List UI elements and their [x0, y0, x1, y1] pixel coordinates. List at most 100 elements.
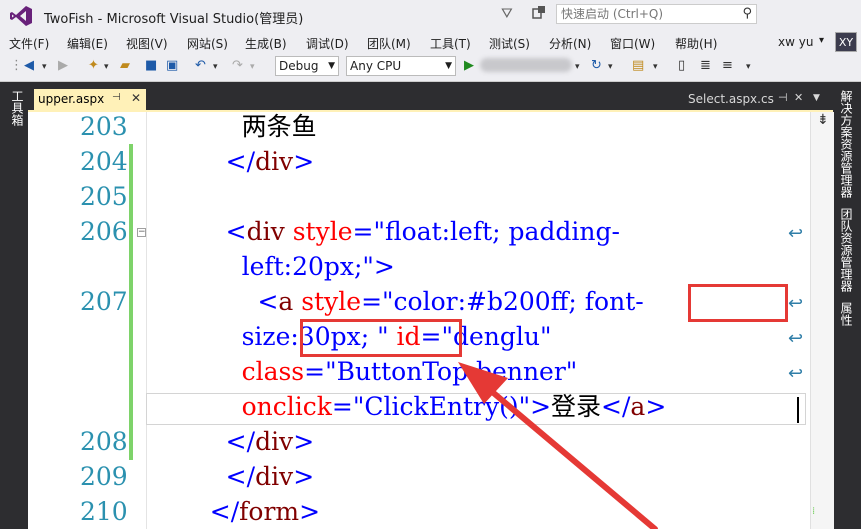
code-token: onclick [178, 392, 332, 421]
new-project-icon[interactable]: ✦ [88, 58, 99, 73]
pin-icon[interactable]: ⊣ [112, 92, 121, 103]
word-wrap-icon: ↩ [788, 293, 804, 314]
code-token: a [278, 287, 294, 316]
solution-explorer-tab[interactable]: 解决方案资源管理器 [838, 90, 855, 198]
configuration-value: Debug [279, 59, 319, 73]
line-number: 207 [80, 287, 128, 316]
browser-link-dropdown-icon[interactable]: ▾ [653, 62, 658, 72]
code-token: div [255, 427, 294, 456]
platform-select[interactable]: Any CPU ▼ [346, 56, 456, 76]
redo-dropdown-icon[interactable]: ▾ [250, 62, 255, 72]
menu-build[interactable]: 生成(B) [245, 35, 287, 52]
collapse-icon[interactable]: − [137, 228, 146, 237]
quick-launch-input[interactable] [557, 5, 745, 23]
menu-view[interactable]: 视图(V) [126, 35, 168, 52]
format-document-icon[interactable]: ▯ [678, 58, 685, 73]
scroll-marker-icon: ⁞ [812, 506, 816, 517]
code-line: </form> [178, 494, 320, 529]
back-dropdown-icon[interactable]: ▾ [42, 62, 47, 72]
team-explorer-tab[interactable]: 团队资源管理器 [838, 208, 855, 292]
new-project-dropdown-icon[interactable]: ▾ [104, 62, 109, 72]
menu-test[interactable]: 测试(S) [489, 35, 530, 52]
debug-target-dropdown-icon[interactable]: ▾ [575, 62, 580, 72]
comment-icon[interactable]: ≣ [700, 58, 711, 73]
properties-tab[interactable]: 属性 [838, 302, 855, 326]
gutter-separator [146, 112, 147, 529]
open-file-icon[interactable]: ▰ [120, 58, 130, 73]
change-indicator-bar [129, 144, 133, 460]
uncomment-icon[interactable]: ≡ [722, 58, 733, 73]
pin-icon[interactable]: ⊣ [778, 91, 788, 104]
browser-link-icon[interactable]: ▤ [632, 58, 644, 73]
tab-label: upper.aspx [38, 92, 105, 106]
search-icon[interactable]: ⚲ [742, 6, 752, 21]
toolbar-grip-icon[interactable]: ⋮ [10, 58, 23, 73]
code-token: > [293, 462, 315, 491]
menu-window[interactable]: 窗口(W) [610, 35, 655, 52]
code-token: > [299, 497, 321, 526]
code-line: <a style="color:#b200ff; font- [178, 284, 643, 319]
save-icon[interactable]: ■ [145, 58, 157, 73]
menu-edit[interactable]: 编辑(E) [67, 35, 108, 52]
code-line: onclick="ClickEntry()">登录</a> [178, 389, 667, 424]
code-token: form [239, 497, 300, 526]
split-window-icon[interactable]: ⇟ [817, 112, 829, 128]
save-all-icon[interactable]: ▣ [166, 58, 178, 73]
chevron-down-icon: ▼ [445, 61, 452, 71]
code-line: <div style="float:left; padding- [178, 214, 620, 249]
refresh-icon[interactable]: ↻ [591, 58, 602, 73]
code-token: 两条鱼 [178, 112, 317, 141]
menu-debug[interactable]: 调试(D) [306, 35, 349, 52]
filter-icon[interactable]: ⛛ [501, 6, 513, 22]
left-tool-strip [0, 82, 28, 529]
code-token: </ [178, 427, 256, 456]
menu-file[interactable]: 文件(F) [9, 35, 49, 52]
code-line: </div> [178, 144, 314, 179]
code-line: 两条鱼 [178, 109, 317, 144]
menu-analyze[interactable]: 分析(N) [549, 35, 591, 52]
line-number: 205 [80, 182, 128, 211]
code-token: ="float:left; padding- [352, 217, 620, 246]
user-name[interactable]: xw yu [778, 35, 813, 49]
configuration-select[interactable]: Debug ▼ [275, 56, 339, 76]
close-icon[interactable]: ✕ [794, 91, 803, 104]
menu-team[interactable]: 团队(M) [367, 35, 411, 52]
word-wrap-icon: ↩ [788, 223, 804, 244]
start-debugging-icon[interactable]: ▶ [464, 58, 474, 73]
back-icon[interactable]: ◀ [24, 58, 34, 73]
text-caret [797, 397, 799, 423]
vertical-scrollbar[interactable] [810, 112, 834, 529]
close-icon[interactable]: ✕ [131, 91, 141, 105]
code-line: </div> [178, 424, 314, 459]
avatar[interactable]: XY [835, 32, 857, 52]
quick-launch[interactable]: ⚲ [556, 4, 757, 24]
refresh-dropdown-icon[interactable]: ▾ [608, 62, 613, 72]
notification-icon[interactable] [531, 5, 547, 21]
undo-dropdown-icon[interactable]: ▾ [213, 62, 218, 72]
menu-website[interactable]: 网站(S) [187, 35, 228, 52]
code-token: > [293, 147, 315, 176]
menu-help[interactable]: 帮助(H) [675, 35, 717, 52]
line-number: 208 [80, 427, 128, 456]
tab-overflow-icon[interactable]: ▼ [813, 93, 820, 103]
chevron-down-icon[interactable]: ▾ [819, 35, 824, 46]
code-token: a [630, 392, 646, 421]
code-editor[interactable]: − 203 204 205 206 207 208 209 210 两条鱼 </… [28, 109, 834, 529]
code-token: </ [601, 392, 631, 421]
toolbox-tab[interactable]: 工具箱 [9, 90, 26, 126]
toolbar-overflow-icon[interactable]: ▾ [746, 62, 751, 72]
code-token: div [246, 217, 285, 246]
code-line: class="ButtonTop benner" [178, 354, 578, 389]
undo-icon[interactable]: ↶ [195, 58, 206, 73]
tab-select-aspx-cs[interactable]: Select.aspx.cs [688, 92, 774, 106]
menu-tools[interactable]: 工具(T) [430, 35, 471, 52]
forward-icon[interactable]: ▶ [58, 58, 68, 73]
code-token: </ [178, 462, 256, 491]
code-line: </div> [178, 459, 314, 494]
code-token: > [645, 392, 667, 421]
line-number: 204 [80, 147, 128, 176]
debug-target-blurred[interactable] [480, 58, 572, 72]
visual-studio-logo-icon [10, 6, 32, 26]
redo-icon[interactable]: ↷ [232, 58, 243, 73]
tab-upper-aspx[interactable]: upper.aspx ⊣ ✕ [34, 89, 146, 110]
